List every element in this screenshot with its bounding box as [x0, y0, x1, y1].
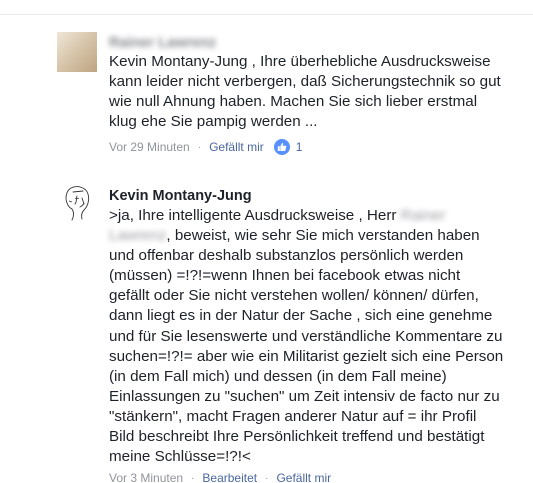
comment-author[interactable]: Rainer Lawrenz — [109, 35, 216, 51]
reaction-summary[interactable]: 1 — [273, 139, 303, 155]
comment-line: kann leider nicht verbergen, daß Sicheru… — [109, 73, 501, 91]
separator-dot: · — [265, 472, 269, 483]
comment-line: meine Schlüsse=!?!< — [109, 448, 251, 466]
comment-timestamp[interactable]: Vor 3 Minuten — [109, 471, 183, 483]
comment-line: >ja, Ihre intelligente Ausdrucksweise , … — [109, 206, 503, 226]
comment-line: klug ehe Sie pampig werden ... — [109, 113, 318, 131]
comment-author[interactable]: Kevin Montany-Jung — [109, 188, 252, 204]
comment-line: Einlassungen zu "suchen" um Zeit intensi… — [109, 387, 500, 405]
comment-line: Bild beschreibt Ihre Persönlichkeit tref… — [109, 428, 485, 446]
comment-line: und offenbar deshalb substanzlos persönl… — [109, 247, 464, 265]
comment-line: gefällt oder Sie nicht verstehen wollen/… — [109, 287, 479, 305]
like-button[interactable]: Gefällt mir — [209, 140, 264, 154]
comment-line: "stänkern", macht Fragen anderer Natur a… — [109, 407, 477, 425]
comment-meta: Vor 29 Minuten · Gefällt mir 1 — [109, 139, 302, 155]
comment-line: und für Sie lesenswerte und verständlich… — [109, 327, 503, 345]
comment-line: (müssen) =!?!=wenn Ihnen bei facebook et… — [109, 267, 461, 285]
edited-link[interactable]: Bearbeitet — [202, 471, 257, 483]
comment-text: >ja, Ihre intelligente Ausdrucksweise , … — [109, 206, 503, 467]
comment-meta: Vor 3 Minuten · Bearbeitet · Gefällt mir — [109, 471, 331, 483]
avatar[interactable] — [57, 32, 97, 72]
comment-line: Lawrenz, beweist, wie sehr Sie mich vers… — [109, 226, 503, 246]
comment-line: suchen=!?!= aber wie ein Militarist gezi… — [109, 347, 504, 365]
redacted-name: Rainer — [400, 207, 446, 224]
separator-dot: · — [191, 472, 195, 483]
comment-line-text: >ja, Ihre intelligente Ausdrucksweise , … — [109, 207, 401, 224]
thumbs-up-icon — [273, 139, 290, 155]
divider — [0, 14, 533, 15]
like-button[interactable]: Gefällt mir — [276, 471, 331, 483]
avatar[interactable] — [57, 184, 97, 224]
like-count: 1 — [295, 140, 303, 154]
redacted-name: Lawrenz — [109, 227, 167, 245]
comment-line: dann liegt es in der Natur der Sache , s… — [109, 307, 493, 325]
comment-text: Kevin Montany-Jung , Ihre überhebliche A… — [109, 52, 501, 132]
separator-dot: · — [197, 141, 202, 153]
comment-line-text: , beweist, wie sehr Sie mich verstanden … — [166, 227, 480, 245]
comment-thread: Rainer Lawrenz Kevin Montany-Jung , Ihre… — [0, 0, 533, 483]
comment-line: Kevin Montany-Jung , Ihre überhebliche A… — [109, 53, 491, 70]
comment-timestamp[interactable]: Vor 29 Minuten — [109, 140, 190, 154]
sketch-portrait-icon — [65, 186, 90, 221]
comment-line: (in dem Fall mich) und dessen (in dem Fa… — [109, 367, 447, 385]
comment-line: wie null Ahnung haben. Machen Sie sich l… — [109, 93, 478, 111]
